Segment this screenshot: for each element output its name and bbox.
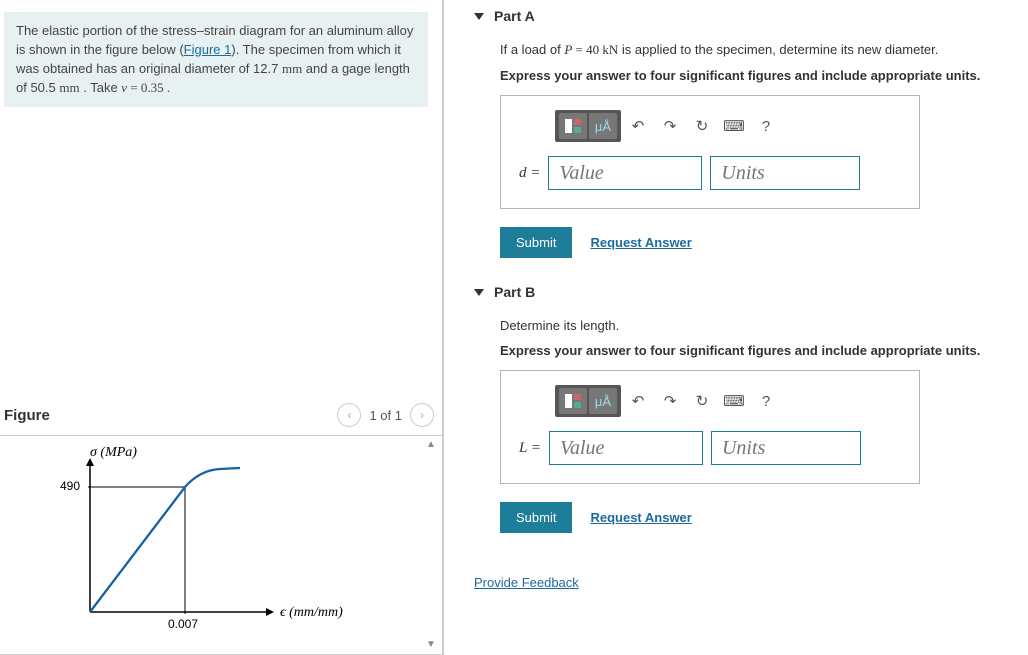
units-input[interactable] [710, 156, 860, 190]
part-a-question: If a load of P = 40 kN is applied to the… [500, 42, 1010, 58]
y-axis-label: σ (MPa) [90, 445, 137, 460]
var-l-label: L = [519, 440, 541, 457]
unit-mm: mm [282, 61, 302, 76]
value-input[interactable] [549, 431, 703, 465]
submit-button[interactable]: Submit [500, 227, 572, 258]
help-icon[interactable]: ? [755, 118, 777, 135]
units-input[interactable] [711, 431, 861, 465]
figure-nav: ‹ 1 of 1 › [337, 403, 434, 427]
undo-icon[interactable]: ↶ [627, 117, 649, 135]
special-char-icon[interactable]: μÅ [589, 113, 617, 139]
part-a-instruction: Express your answer to four significant … [500, 68, 1010, 83]
answer-toolbar: μÅ ↶ ↷ ↻ ⌨ ? [555, 385, 777, 417]
template-icon[interactable] [559, 113, 587, 139]
submit-button[interactable]: Submit [500, 502, 572, 533]
x-axis-label: ϵ (mm/mm) [280, 605, 343, 620]
figure-prev-button[interactable]: ‹ [337, 403, 361, 427]
figure-title: Figure [4, 407, 50, 424]
part-b-answer-box: μÅ ↶ ↷ ↻ ⌨ ? L = [500, 370, 920, 484]
part-a-body: If a load of P = 40 kN is applied to the… [500, 42, 1010, 258]
scroll-up-icon[interactable]: ▲ [424, 438, 438, 452]
unit-mm: mm [59, 80, 79, 95]
redo-icon[interactable]: ↷ [659, 392, 681, 410]
eq-v: = 0.35 . [127, 80, 170, 95]
reset-icon[interactable]: ↻ [691, 117, 713, 135]
stress-strain-chart: σ (MPa) 490 ϵ (mm/mm) 0.007 [60, 442, 350, 642]
part-a-title: Part A [494, 8, 535, 24]
part-b-body: Determine its length. Express your answe… [500, 318, 1010, 533]
provide-feedback-link[interactable]: Provide Feedback [474, 575, 579, 590]
undo-icon[interactable]: ↶ [627, 392, 649, 410]
caret-down-icon [474, 13, 484, 20]
scroll-down-icon[interactable]: ▼ [424, 638, 438, 652]
figure-header: Figure ‹ 1 of 1 › [0, 399, 442, 431]
value-input[interactable] [548, 156, 702, 190]
var-d-label: d = [519, 165, 540, 182]
special-char-icon[interactable]: μÅ [589, 388, 617, 414]
request-answer-link[interactable]: Request Answer [590, 510, 691, 525]
part-b-title: Part B [494, 284, 535, 300]
part-b-header[interactable]: Part B [474, 284, 1010, 300]
left-pane: The elastic portion of the stress–strain… [0, 0, 444, 655]
part-b-question: Determine its length. [500, 318, 1010, 333]
y-tick-490: 490 [60, 479, 80, 493]
right-pane: Part A If a load of P = 40 kN is applied… [444, 0, 1028, 655]
figure-next-button[interactable]: › [410, 403, 434, 427]
help-icon[interactable]: ? [755, 393, 777, 410]
reset-icon[interactable]: ↻ [691, 392, 713, 410]
request-answer-link[interactable]: Request Answer [590, 235, 691, 250]
problem-text: . Take [80, 80, 122, 95]
answer-toolbar: μÅ ↶ ↷ ↻ ⌨ ? [555, 110, 777, 142]
keyboard-icon[interactable]: ⌨ [723, 392, 745, 410]
x-tick-0007: 0.007 [168, 617, 198, 631]
caret-down-icon [474, 289, 484, 296]
redo-icon[interactable]: ↷ [659, 117, 681, 135]
part-a-answer-box: μÅ ↶ ↷ ↻ ⌨ ? d = [500, 95, 920, 209]
figure-link[interactable]: Figure 1 [184, 42, 232, 57]
keyboard-icon[interactable]: ⌨ [723, 117, 745, 135]
problem-statement: The elastic portion of the stress–strain… [4, 12, 428, 107]
figure-counter: 1 of 1 [369, 408, 402, 423]
part-a-header[interactable]: Part A [474, 8, 1010, 24]
figure-body: ▲ ▼ σ (MPa) 490 ϵ (mm/mm) 0.007 [0, 435, 442, 655]
template-icon[interactable] [559, 388, 587, 414]
part-b-instruction: Express your answer to four significant … [500, 343, 1010, 358]
